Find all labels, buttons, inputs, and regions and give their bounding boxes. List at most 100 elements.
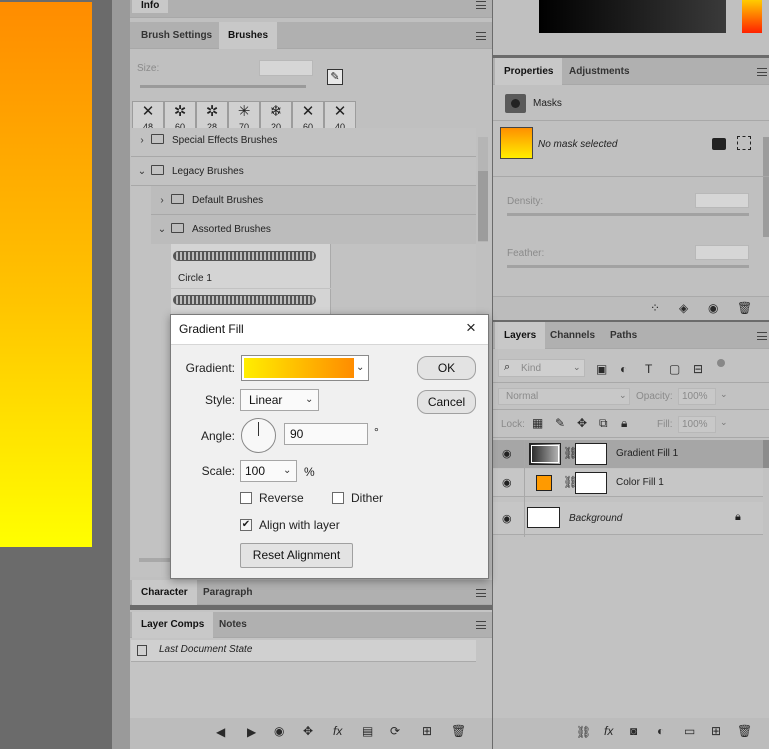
layer-mask-thumbnail[interactable]: [575, 443, 607, 465]
ok-button[interactable]: OK: [417, 356, 476, 380]
reset-alignment-button[interactable]: Reset Alignment: [240, 543, 353, 568]
adjustment-filter-icon[interactable]: ◐: [620, 362, 627, 376]
gradient-fill-preview[interactable]: [0, 2, 92, 547]
tab-notes[interactable]: Notes: [210, 612, 256, 638]
lock-artboard-icon[interactable]: ⧉: [599, 416, 608, 431]
feather-field[interactable]: [695, 245, 749, 260]
brush-item-circle[interactable]: Circle 1: [171, 244, 331, 288]
align-with-layer-checkbox[interactable]: ✔: [240, 519, 252, 531]
style-select[interactable]: Linear ⌄: [240, 389, 319, 411]
gradient-layer-thumbnail[interactable]: [529, 443, 561, 465]
eye-icon[interactable]: ◉: [502, 447, 512, 460]
panel-menu-icon[interactable]: [476, 589, 486, 597]
eye-icon[interactable]: ◉: [708, 301, 718, 315]
angle-input[interactable]: 90: [284, 423, 368, 445]
color-fill-thumbnail[interactable]: [536, 475, 552, 491]
panel-menu-icon[interactable]: [476, 1, 486, 9]
tab-adjustments[interactable]: Adjustments: [560, 58, 639, 85]
chevron-down-icon[interactable]: ⌄: [720, 389, 728, 400]
trash-icon[interactable]: 🗑: [451, 724, 466, 738]
dialog-titlebar[interactable]: Gradient Fill ×: [171, 315, 488, 345]
layer-name[interactable]: Background: [569, 513, 622, 524]
position-comp-icon[interactable]: ✥: [303, 724, 313, 738]
layer-mask-thumbnail[interactable]: [575, 472, 607, 494]
type-filter-icon[interactable]: T: [645, 362, 652, 376]
apply-mask-icon[interactable]: ◈: [679, 301, 688, 315]
close-icon[interactable]: ×: [466, 318, 476, 338]
tab-properties[interactable]: Properties: [495, 58, 563, 85]
fill-field[interactable]: 100%: [678, 416, 716, 433]
gradient-picker[interactable]: ⌄: [241, 355, 369, 381]
lock-brush-icon[interactable]: ✎: [555, 416, 565, 430]
brush-group-special-effects[interactable]: › Special Effects Brushes: [131, 128, 476, 154]
trash-icon[interactable]: 🗑: [737, 301, 752, 315]
trash-icon[interactable]: 🗑: [737, 724, 752, 738]
tab-brush-settings[interactable]: Brush Settings: [132, 22, 221, 49]
layer-comp-row[interactable]: Last Document State: [131, 640, 476, 662]
layer-kind-filter[interactable]: ⌕ Kind ⌄: [498, 359, 585, 377]
vector-mask-icon[interactable]: [737, 136, 751, 150]
chevron-down-icon[interactable]: ⌄: [137, 157, 147, 186]
chevron-down-icon[interactable]: ⌄: [356, 362, 364, 373]
tab-paths[interactable]: Paths: [601, 322, 646, 349]
new-comp-icon[interactable]: ⊞: [422, 724, 432, 738]
opacity-field[interactable]: 100%: [678, 388, 716, 405]
group-icon[interactable]: ▭: [684, 724, 695, 738]
properties-scrollbar[interactable]: [763, 137, 769, 237]
hue-slider[interactable]: [742, 0, 762, 33]
new-layer-icon[interactable]: ⊞: [711, 724, 721, 738]
reverse-checkbox[interactable]: [240, 492, 252, 504]
chevron-down-icon[interactable]: ⌄: [720, 417, 728, 428]
pixel-mask-icon[interactable]: [712, 138, 726, 150]
feather-slider[interactable]: [507, 265, 749, 268]
tab-character[interactable]: Character: [132, 580, 197, 605]
layer-name[interactable]: Gradient Fill 1: [616, 448, 678, 459]
density-slider[interactable]: [507, 213, 749, 216]
previous-comp-icon[interactable]: ◀: [216, 725, 225, 739]
visibility-comp-icon[interactable]: ◉: [274, 724, 284, 738]
layer-row-background[interactable]: ◉ Background 🔒︎: [493, 502, 763, 535]
panel-menu-icon[interactable]: [757, 332, 767, 340]
density-field[interactable]: [695, 193, 749, 208]
tab-info[interactable]: Info: [132, 0, 169, 13]
brush-size-field[interactable]: [259, 60, 313, 76]
lock-all-icon[interactable]: 🔒︎: [621, 416, 627, 431]
brush-group-assorted[interactable]: ⌄ Assorted Brushes: [151, 215, 476, 244]
brush-group-default[interactable]: › Default Brushes: [151, 186, 476, 215]
align-with-layer-label[interactable]: Align with layer: [259, 518, 340, 532]
dither-label[interactable]: Dither: [351, 491, 383, 505]
cancel-button[interactable]: Cancel: [417, 390, 476, 414]
scale-input[interactable]: 100 ⌄: [240, 460, 297, 482]
update-comp-icon[interactable]: ⟳: [390, 724, 400, 738]
layers-scrollbar[interactable]: [763, 440, 769, 468]
add-mask-icon[interactable]: ◙: [630, 724, 637, 738]
tab-paragraph[interactable]: Paragraph: [194, 580, 261, 605]
panel-menu-icon[interactable]: [757, 68, 767, 76]
color-spectrum[interactable]: [539, 0, 726, 33]
layer-row-gradient-fill[interactable]: ◉ ⛓ Gradient Fill 1: [493, 440, 763, 468]
tab-channels[interactable]: Channels: [541, 322, 604, 349]
chevron-right-icon[interactable]: ›: [157, 186, 167, 215]
brush-size-slider[interactable]: [140, 85, 306, 88]
layer-name[interactable]: Color Fill 1: [616, 477, 664, 488]
pixel-filter-icon[interactable]: ▣: [596, 362, 607, 376]
brush-group-legacy[interactable]: ⌄ Legacy Brushes: [131, 157, 476, 186]
brush-edit-icon[interactable]: ✎: [327, 69, 343, 85]
next-comp-icon[interactable]: ▶: [247, 725, 256, 739]
eye-icon[interactable]: ◉: [502, 476, 512, 489]
document-comp-icon[interactable]: ▤: [362, 724, 373, 738]
shape-filter-icon[interactable]: ▢: [669, 362, 680, 376]
fx-icon[interactable]: fx: [604, 724, 613, 738]
panel-menu-icon[interactable]: [476, 32, 486, 40]
reverse-label[interactable]: Reverse: [259, 491, 304, 505]
adjustment-layer-icon[interactable]: ◐: [657, 724, 664, 738]
style-comp-icon[interactable]: fx: [333, 724, 342, 738]
lock-transparent-icon[interactable]: ▦: [532, 416, 543, 430]
load-selection-icon[interactable]: ⁘: [650, 301, 660, 315]
chevron-right-icon[interactable]: ›: [137, 128, 147, 154]
filter-toggle[interactable]: [717, 359, 725, 367]
background-thumbnail[interactable]: [527, 507, 560, 528]
gradient-swatch[interactable]: [244, 358, 354, 378]
chevron-down-icon[interactable]: ⌄: [157, 215, 167, 244]
eye-icon[interactable]: ◉: [502, 512, 512, 525]
